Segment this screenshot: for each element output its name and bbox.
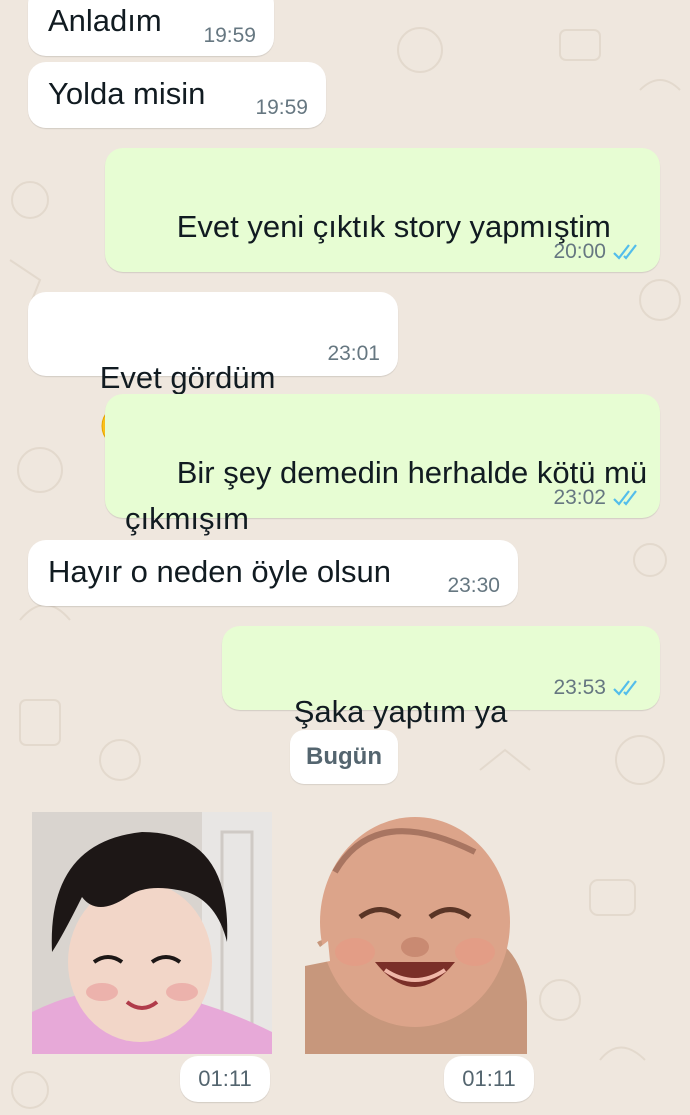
message-time: 23:01 — [327, 342, 380, 365]
message-meta: 19:59 — [203, 24, 256, 48]
message-text: Yolda misin — [48, 76, 206, 111]
message-time: 20:00 — [553, 240, 606, 263]
message-meta: 20:00 — [553, 240, 642, 264]
message-bubble-incoming[interactable]: Yolda misin 19:59 — [28, 62, 326, 128]
chat-area: Anladım 19:59 Yolda misin 19:59 Evet yen… — [0, 0, 690, 1115]
message-time: 19:59 — [255, 96, 308, 119]
message-bubble-incoming[interactable]: Evet gördüm 23:01 — [28, 292, 398, 448]
message-meta: 23:30 — [447, 574, 500, 598]
message-bubble-outgoing[interactable]: Şaka yaptım ya 23:53 — [222, 626, 660, 782]
message-meta: 19:59 — [255, 96, 308, 120]
message-time: 23:02 — [553, 486, 606, 509]
message-meta: 23:01 — [327, 342, 380, 366]
message-text: Anladım — [48, 3, 162, 38]
double-check-read-icon — [613, 244, 637, 260]
message-meta: 23:02 — [553, 486, 642, 510]
message-text-content: Evet gördüm — [99, 360, 276, 395]
sticker-time: 01:11 — [180, 1056, 270, 1102]
sticker-time: 01:11 — [444, 1056, 534, 1102]
date-divider: Bugün — [290, 730, 398, 784]
message-time: 23:30 — [447, 574, 500, 597]
message-bubble-incoming[interactable]: Anladım 19:59 — [28, 0, 274, 56]
message-time: 23:53 — [553, 676, 606, 699]
double-check-read-icon — [613, 490, 637, 506]
message-time: 19:59 — [203, 24, 256, 47]
message-bubble-outgoing[interactable]: Bir şey demedin herhalde kötü mü çıkmışı… — [105, 394, 660, 589]
message-text: Hayır o neden öyle olsun — [48, 554, 391, 589]
message-bubble-outgoing[interactable]: Evet yeni çıktık story yapmıştim 20:00 — [105, 148, 660, 343]
message-text-content: Şaka yaptım ya — [293, 694, 508, 729]
message-text-content: Evet yeni çıktık story yapmıştim — [176, 209, 611, 244]
double-check-read-icon — [613, 680, 637, 696]
message-meta: 23:53 — [553, 676, 642, 700]
sticker-baby-image[interactable] — [305, 812, 527, 1054]
sticker-girl-image[interactable] — [32, 812, 272, 1054]
message-bubble-incoming[interactable]: Hayır o neden öyle olsun 23:30 — [28, 540, 518, 606]
